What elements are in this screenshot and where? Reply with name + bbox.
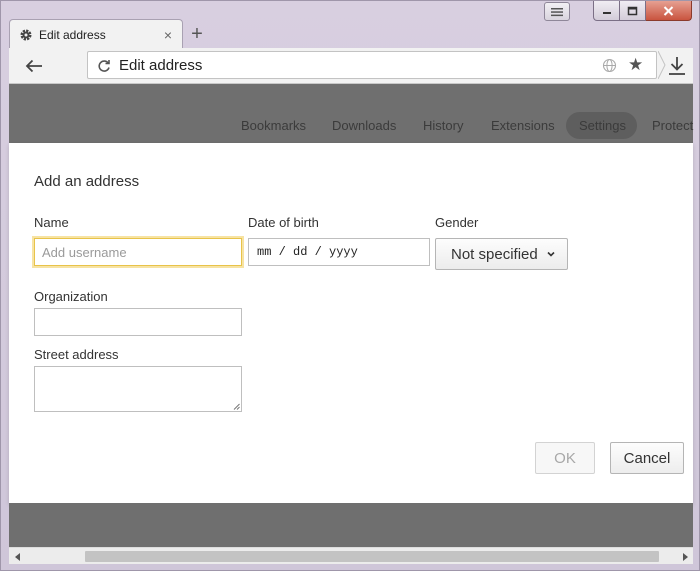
window-controls bbox=[593, 1, 692, 21]
download-button[interactable] bbox=[666, 55, 688, 77]
organization-label: Organization bbox=[34, 289, 108, 304]
omnibox-edge bbox=[658, 51, 666, 79]
street-address-textarea[interactable] bbox=[34, 366, 242, 412]
star-icon[interactable]: ★ bbox=[628, 55, 643, 75]
gear-icon bbox=[20, 29, 32, 40]
maximize-button[interactable] bbox=[620, 1, 646, 21]
gender-value: Not specified bbox=[451, 245, 538, 263]
tab-close-icon[interactable]: × bbox=[159, 27, 177, 43]
back-button[interactable] bbox=[23, 55, 45, 77]
nav-downloads[interactable]: Downloads bbox=[332, 118, 396, 133]
dob-input[interactable]: mm / dd / yyyy bbox=[248, 238, 430, 266]
settings-page-overlay-bottom bbox=[9, 503, 693, 547]
cancel-button[interactable]: Cancel bbox=[610, 442, 684, 474]
download-icon bbox=[669, 57, 685, 75]
settings-nav: Bookmarks Downloads History Extensions S… bbox=[9, 112, 693, 142]
browser-window: Edit address × + Edit address ★ Bookmark… bbox=[0, 0, 700, 571]
minimize-button[interactable] bbox=[593, 1, 620, 21]
gender-select[interactable]: Not specified bbox=[435, 238, 568, 270]
close-window-button[interactable] bbox=[646, 1, 692, 21]
dialog-title: Add an address bbox=[34, 173, 140, 190]
organization-input[interactable] bbox=[34, 308, 242, 336]
tab-edit-address[interactable]: Edit address × bbox=[9, 19, 183, 49]
tab-title: Edit address bbox=[39, 27, 106, 42]
name-label: Name bbox=[34, 215, 69, 230]
close-icon bbox=[663, 5, 674, 16]
nav-settings[interactable]: Settings bbox=[579, 118, 626, 133]
gender-label: Gender bbox=[435, 215, 479, 230]
dob-label: Date of birth bbox=[248, 215, 319, 230]
hamburger-icon bbox=[551, 7, 563, 16]
horizontal-scrollbar[interactable] bbox=[9, 547, 693, 564]
name-input[interactable] bbox=[34, 238, 242, 266]
nav-extensions[interactable]: Extensions bbox=[491, 118, 555, 133]
street-label: Street address bbox=[34, 347, 119, 362]
new-tab-button[interactable]: + bbox=[187, 23, 207, 45]
globe-icon[interactable] bbox=[602, 58, 617, 73]
address-bar[interactable]: Edit address ★ bbox=[87, 51, 657, 79]
menu-button[interactable] bbox=[544, 2, 570, 21]
chevron-down-icon bbox=[547, 251, 555, 257]
scrollbar-thumb[interactable] bbox=[85, 551, 659, 562]
arrow-left-icon bbox=[25, 59, 42, 73]
add-address-dialog: Add an address Name Date of birth mm / d… bbox=[9, 143, 693, 503]
reload-icon[interactable] bbox=[96, 58, 112, 74]
nav-bookmarks[interactable]: Bookmarks bbox=[241, 118, 306, 133]
toolbar: Edit address ★ bbox=[9, 48, 693, 84]
address-text: Edit address bbox=[119, 57, 203, 74]
scroll-right-button[interactable] bbox=[676, 548, 693, 565]
caret-left-icon bbox=[14, 552, 20, 561]
nav-history[interactable]: History bbox=[423, 118, 463, 133]
maximize-icon bbox=[627, 6, 638, 15]
minimize-icon bbox=[602, 11, 611, 14]
nav-protect[interactable]: Protect bbox=[652, 118, 693, 133]
caret-right-icon bbox=[682, 552, 688, 561]
scroll-left-button[interactable] bbox=[9, 548, 26, 565]
ok-button[interactable]: OK bbox=[535, 442, 595, 474]
resize-grip-icon[interactable] bbox=[233, 403, 240, 410]
